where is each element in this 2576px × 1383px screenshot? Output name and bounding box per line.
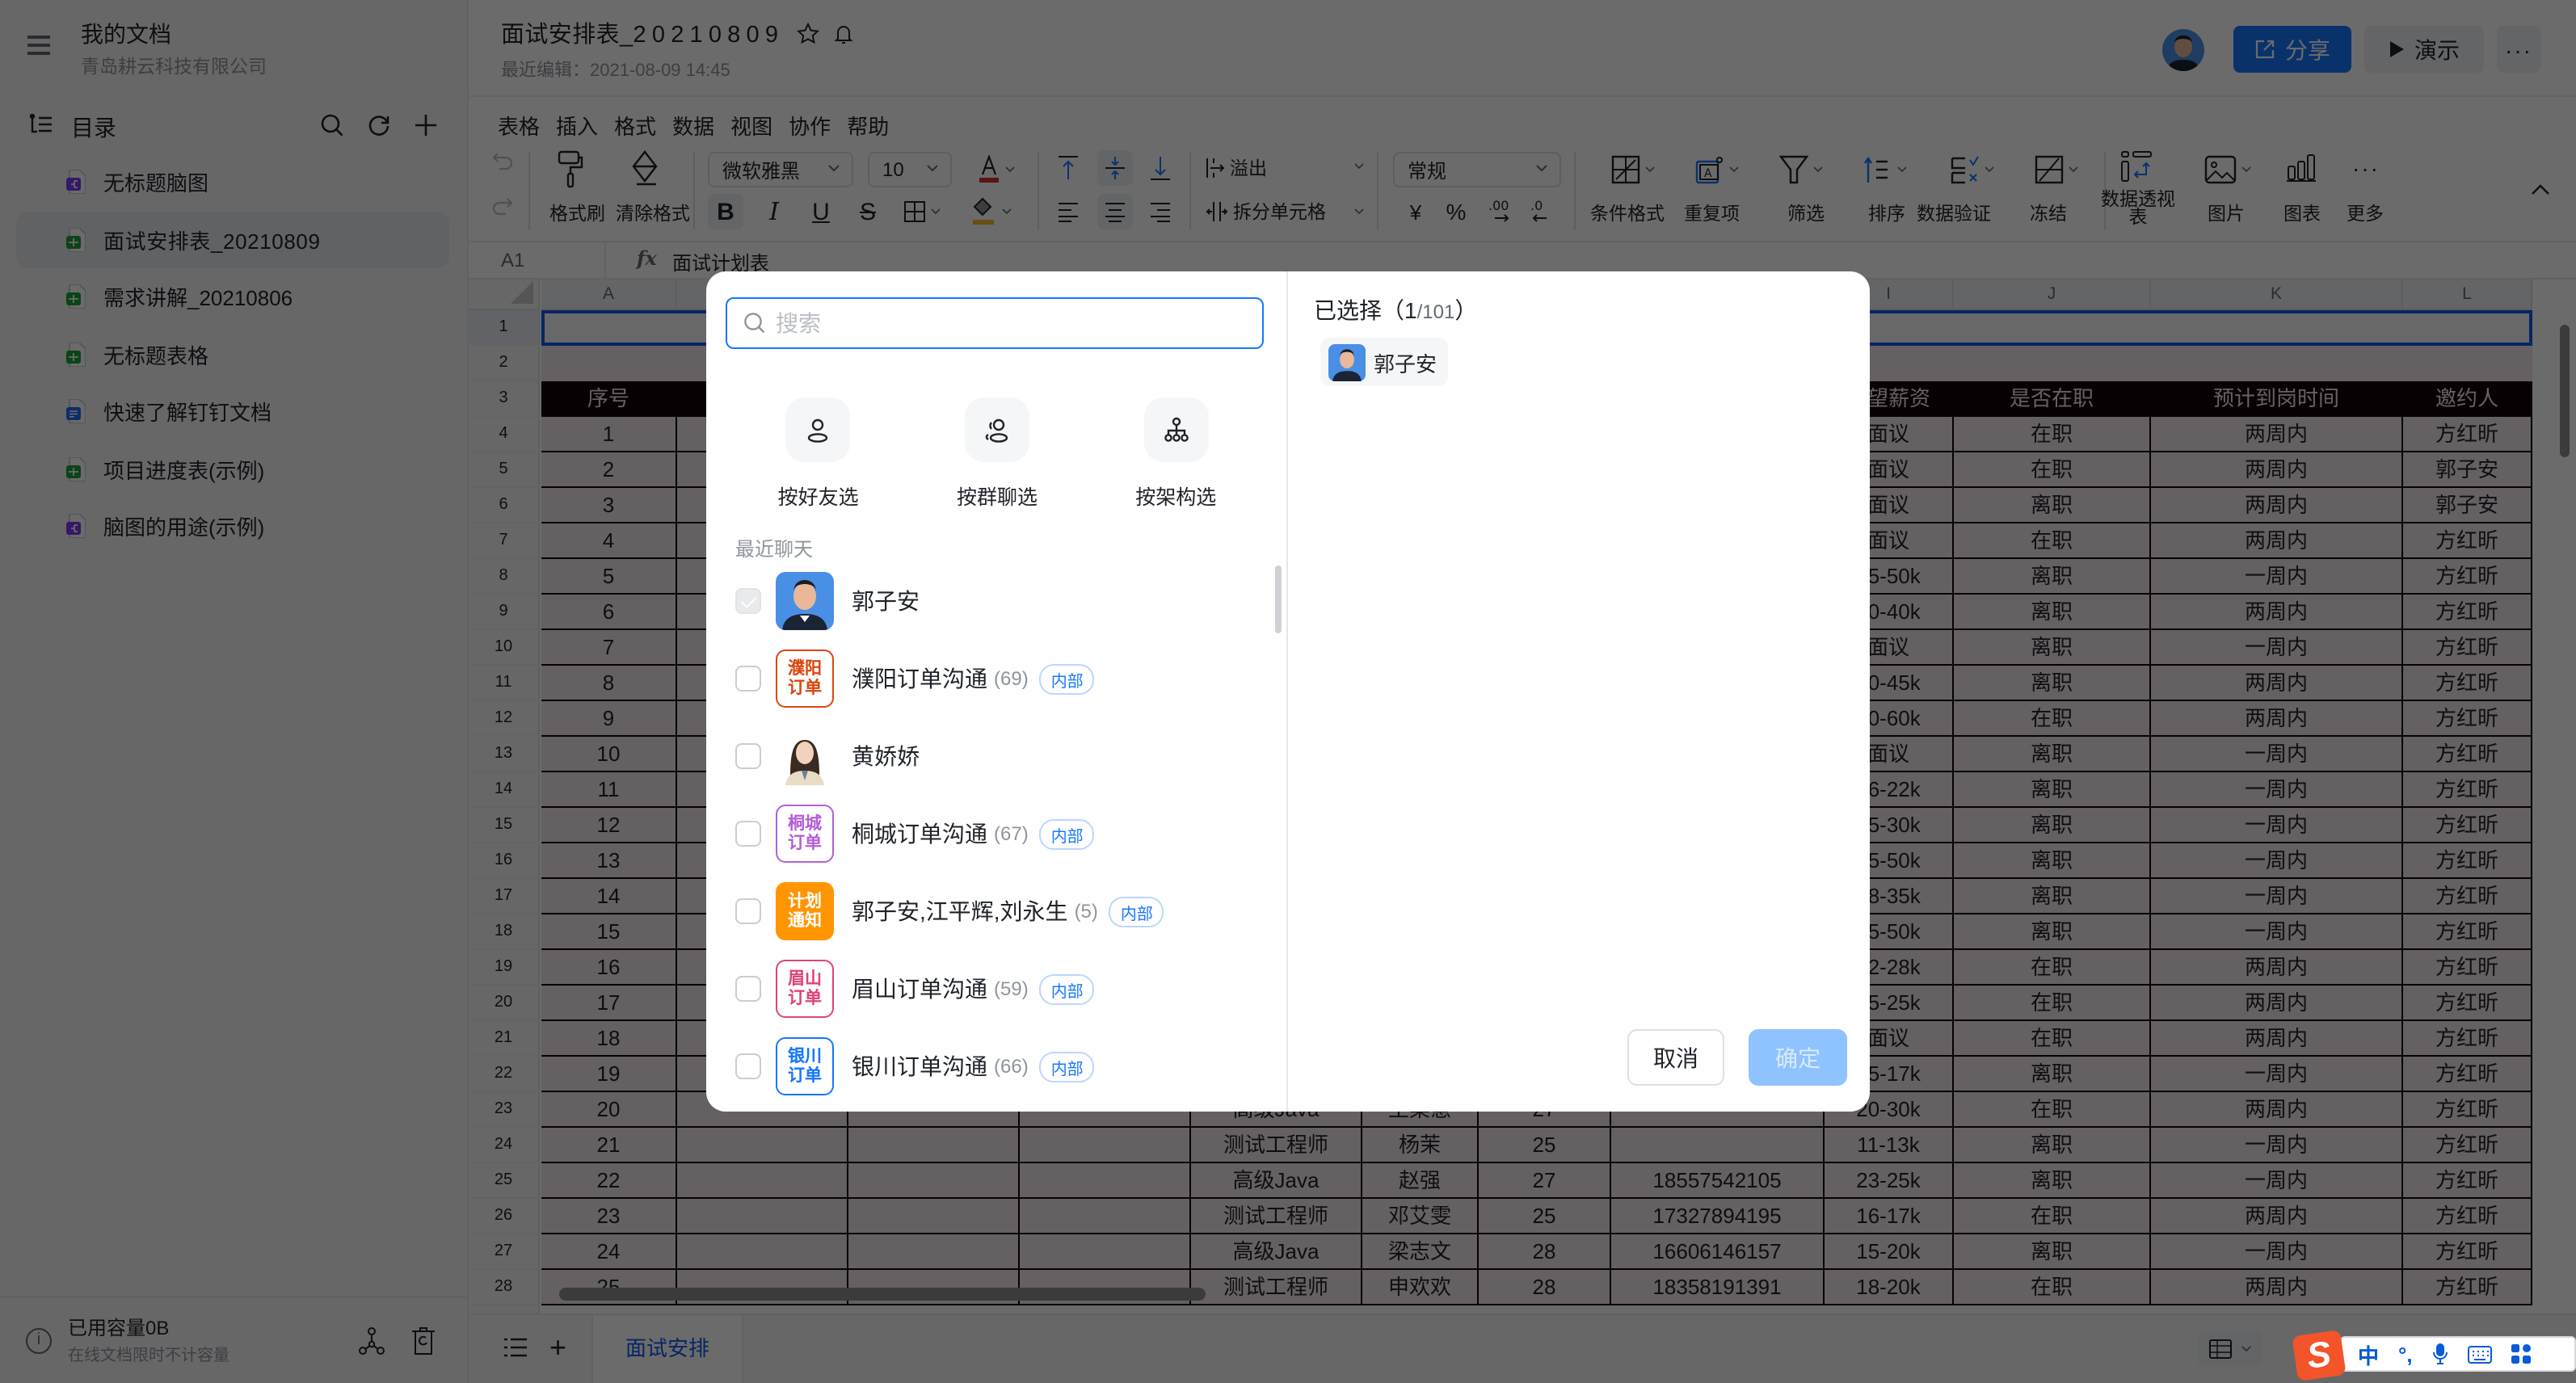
- checkbox-checked-disabled: [735, 588, 761, 614]
- ime-punct[interactable]: °,: [2398, 1342, 2413, 1366]
- contact-name: 黄娇娇: [852, 743, 920, 769]
- keyboard-icon[interactable]: [2467, 1345, 2492, 1363]
- pick-by-org-label: 按架构选: [1135, 486, 1217, 509]
- group-avatar: 桐城订单: [776, 805, 834, 863]
- pick-by-groups[interactable]: 按群聊选: [916, 397, 1078, 511]
- search-icon: [744, 313, 765, 334]
- checkbox[interactable]: [735, 821, 761, 847]
- group-icon: [985, 418, 1008, 443]
- picker-left-pane: 按好友选 按群聊选 按架构选 最近聊天 郭子安: [706, 271, 1288, 1112]
- contact-name: 郭子安: [852, 588, 920, 614]
- contact-name: 桐城订单沟通: [852, 821, 987, 847]
- selected-chip[interactable]: 郭子安: [1320, 338, 1449, 386]
- avatar: [1328, 343, 1366, 380]
- member-count: (67): [994, 822, 1029, 845]
- ime-mode[interactable]: 中: [2358, 1339, 2379, 1369]
- search-input[interactable]: [776, 310, 1228, 336]
- internal-tag: 内部: [1039, 818, 1095, 849]
- internal-tag: 内部: [1039, 663, 1095, 694]
- search-box[interactable]: [726, 297, 1264, 349]
- selected-total: /101: [1416, 301, 1455, 323]
- picker-options: 按好友选 按群聊选 按架构选: [706, 397, 1288, 511]
- contact-item[interactable]: 濮阳订单 濮阳订单沟通 (69) 内部: [706, 640, 1275, 717]
- selected-paren: ）: [1454, 297, 1478, 323]
- app-window: 我的文档 青岛耕云科技有限公司 目录 无标题脑图 面试安排表_20210809: [0, 0, 2576, 1383]
- pick-by-groups-label: 按群聊选: [956, 486, 1038, 509]
- selected-pane: 已选择（1/101） 郭子安 取消 确定: [1288, 271, 1870, 1112]
- contact-name: 银川订单沟通: [852, 1053, 987, 1079]
- ime-bar: 中 °,: [2340, 1336, 2576, 1372]
- selected-title: 已选择（1/101）: [1314, 294, 1477, 326]
- group-avatar: 银川订单: [776, 1037, 834, 1095]
- selected-label: 已选择（: [1314, 297, 1404, 323]
- checkbox[interactable]: [735, 976, 761, 1002]
- contact-item[interactable]: 计划通知 郭子安,江平辉,刘永生 (5) 内部: [706, 872, 1275, 950]
- checkbox[interactable]: [735, 743, 761, 769]
- contact-list: 郭子安 濮阳订单 濮阳订单沟通 (69) 内部 黄娇娇 桐城订单 桐城订单沟通 …: [706, 562, 1275, 1112]
- sogou-logo[interactable]: S: [2292, 1330, 2347, 1381]
- confirm-button[interactable]: 确定: [1749, 1029, 1847, 1086]
- member-count: (69): [994, 667, 1029, 690]
- member-count: (5): [1074, 900, 1098, 923]
- pick-by-friends-label: 按好友选: [777, 486, 859, 509]
- group-avatar: 濮阳订单: [776, 649, 834, 708]
- checkbox[interactable]: [735, 1053, 761, 1079]
- person-icon: [808, 418, 828, 443]
- group-avatar: 计划通知: [776, 882, 834, 940]
- internal-tag: 内部: [1039, 973, 1095, 1004]
- selected-name: 郭子安: [1374, 351, 1437, 376]
- cancel-button[interactable]: 取消: [1627, 1029, 1724, 1086]
- contact-item[interactable]: 黄娇娇: [706, 717, 1275, 795]
- microphone-icon[interactable]: [2432, 1343, 2448, 1365]
- ime-toolbar: 中 °, S: [2292, 1330, 2576, 1381]
- contact-name: 郭子安,江平辉,刘永生: [852, 898, 1068, 924]
- internal-tag: 内部: [1109, 896, 1164, 927]
- apps-icon[interactable]: [2511, 1344, 2531, 1364]
- contact-item[interactable]: 郭子安: [706, 562, 1275, 640]
- selected-count: 1: [1404, 297, 1417, 323]
- pick-by-org[interactable]: 按架构选: [1095, 397, 1256, 511]
- member-picker-dialog: 按好友选 按群聊选 按架构选 最近聊天 郭子安: [706, 271, 1870, 1112]
- contact-list-scrollbar[interactable]: [1275, 565, 1282, 633]
- checkbox[interactable]: [735, 666, 761, 692]
- avatar: [776, 727, 834, 785]
- contact-name: 眉山订单沟通: [852, 976, 987, 1002]
- contact-item[interactable]: 桐城订单 桐城订单沟通 (67) 内部: [706, 795, 1275, 872]
- group-avatar: 眉山订单: [776, 960, 834, 1018]
- org-chart-icon: [1164, 417, 1189, 442]
- checkbox[interactable]: [735, 898, 761, 924]
- contact-name: 濮阳订单沟通: [852, 666, 987, 692]
- internal-tag: 内部: [1039, 1051, 1095, 1082]
- contact-item[interactable]: 银川订单 银川订单沟通 (66) 内部: [706, 1028, 1275, 1105]
- contact-item[interactable]: 眉山订单 眉山订单沟通 (59) 内部: [706, 950, 1275, 1028]
- member-count: (59): [994, 977, 1029, 1000]
- pick-by-friends[interactable]: 按好友选: [738, 397, 899, 511]
- recent-chats-label: 最近聊天: [735, 538, 814, 561]
- member-count: (66): [994, 1055, 1029, 1078]
- avatar: [776, 572, 834, 630]
